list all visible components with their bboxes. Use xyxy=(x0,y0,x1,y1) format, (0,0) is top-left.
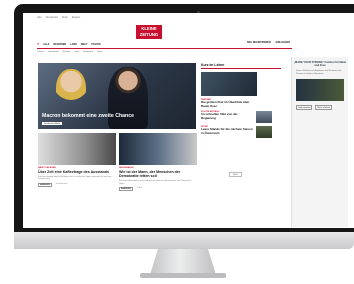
site-logo[interactable]: KLEINE ZEITUNG xyxy=(136,25,162,39)
article-meta[interactable]: Teilen xyxy=(137,187,142,191)
subnav-item[interactable]: Kärnten xyxy=(63,51,71,53)
ad-buttons: Jetzt ansehen Mehr erfahren xyxy=(292,105,348,111)
article-action[interactable]: ANSEHEN xyxy=(119,187,133,192)
article-image xyxy=(38,133,116,165)
column-item-title: Im schnellen Takt von der Regierung xyxy=(201,112,238,120)
column-heading: Kurz im Leben xyxy=(201,63,281,69)
topline-item[interactable]: Epaper xyxy=(72,16,80,19)
subnav-item[interactable]: Klagenfurt xyxy=(83,51,93,53)
nav-item[interactable]: LAND xyxy=(70,43,77,46)
more-button[interactable]: Mehr xyxy=(229,172,242,177)
topline-item[interactable]: Shop xyxy=(62,16,68,19)
article-action[interactable]: ANSEHEN xyxy=(38,182,52,187)
article-image xyxy=(119,133,197,165)
nav-item[interactable]: REGIONEN xyxy=(53,43,66,46)
column-item-title: Leere Stände für die nächste Saison in Ö… xyxy=(201,127,253,135)
advertisement-panel[interactable]: „MADE YOUR STRONG" Fashion für Mann und … xyxy=(291,57,348,227)
hero-teaser[interactable]: Macron bekommt eine zweite Chance Frankr… xyxy=(38,63,196,129)
nav-item[interactable]: WELT xyxy=(81,43,88,46)
account-nav: NEU REGISTRIEREN EINLOGGEN xyxy=(247,41,290,44)
ad-image xyxy=(296,79,344,102)
nav-item[interactable]: POLITIK xyxy=(91,43,100,46)
article-footer: ANSEHEN Kommentare xyxy=(38,182,116,187)
hero-headline: Macron bekommt eine zweite Chance xyxy=(42,113,134,119)
subnav-item[interactable]: Corona xyxy=(37,51,44,53)
article-headline: Wie ist der Mann, der Menschen der Demok… xyxy=(119,170,181,179)
hero-photo-person-left xyxy=(56,69,86,111)
topline-item[interactable]: Abo xyxy=(37,16,42,19)
column-thumbnail xyxy=(256,126,272,139)
column-item[interactable]: POLITIK AKTUELL Im schnellen Takt von de… xyxy=(201,111,281,124)
article-excerpt: Kurz beschrieben wie die Situation sich … xyxy=(38,175,112,181)
ad-button[interactable]: Jetzt ansehen xyxy=(296,105,313,111)
article-headline: Über Zeit eine Kaffeefrage des Ausstands xyxy=(38,170,109,174)
column-item-title: Die großen Drei im Überblick über Raum G… xyxy=(201,100,250,108)
ad-title: „MADE YOUR STRONG" Fashion für Mann und … xyxy=(293,61,347,67)
monitor-stand xyxy=(150,249,216,275)
logo-line2: ZEITUNG xyxy=(139,31,159,37)
website-screen: Abo Newsletter Shop Epaper KLEINE ZEITUN… xyxy=(23,13,354,228)
top-utility-bar: Abo Newsletter Shop Epaper xyxy=(23,13,354,22)
article-meta[interactable]: Kommentare xyxy=(56,183,67,187)
article-footer: ANSEHEN Teilen xyxy=(119,187,197,192)
article-card[interactable]: REGIONALES Wie ist der Mann, der Mensche… xyxy=(119,133,197,192)
column-item[interactable]: SPORT Leere Stände für die nächste Saiso… xyxy=(201,126,281,139)
imac-mockup: Abo Newsletter Shop Epaper KLEINE ZEITUN… xyxy=(0,0,354,284)
hero-photo-person-right xyxy=(108,67,148,129)
nav-item[interactable]: ALLE xyxy=(43,43,49,46)
column-image[interactable] xyxy=(201,72,257,96)
login-link[interactable]: EINLOGGEN xyxy=(276,41,290,44)
subnav-item[interactable]: Graz xyxy=(74,51,79,53)
article-kicker: MEIST GELESEN xyxy=(38,167,56,169)
subnav-item[interactable]: Steiermark xyxy=(48,51,59,53)
ad-button[interactable]: Mehr erfahren xyxy=(315,105,333,111)
article-kicker: REGIONALES xyxy=(119,167,134,169)
column-thumbnail xyxy=(256,111,272,124)
topline-item[interactable]: Newsletter xyxy=(46,16,58,19)
monitor-stand-base xyxy=(140,273,226,278)
monitor-chin xyxy=(14,232,354,249)
register-link[interactable]: NEU REGISTRIEREN xyxy=(247,41,271,44)
article-card[interactable]: MEIST GELESEN Über Zeit eine Kaffeefrage… xyxy=(38,133,116,187)
ad-text: Kurzer Werbetext zu Angeboten und Neuhei… xyxy=(296,70,342,75)
hero-tag: Frankreich-Wahl xyxy=(42,122,62,125)
menu-icon[interactable]: ☰ xyxy=(37,43,39,46)
sub-nav: Corona Steiermark Kärnten Graz Klagenfur… xyxy=(37,51,207,53)
nav-divider xyxy=(37,48,292,49)
subnav-item[interactable]: Sport xyxy=(97,51,102,53)
side-news-column: Kurz im Leben PARTNER Die großen Drei im… xyxy=(201,63,281,139)
column-item[interactable]: PARTNER Die großen Drei im Überblick übe… xyxy=(201,99,281,108)
article-excerpt: Ein kurzer Ausschnitt aus dem Artikel mi… xyxy=(119,179,191,185)
